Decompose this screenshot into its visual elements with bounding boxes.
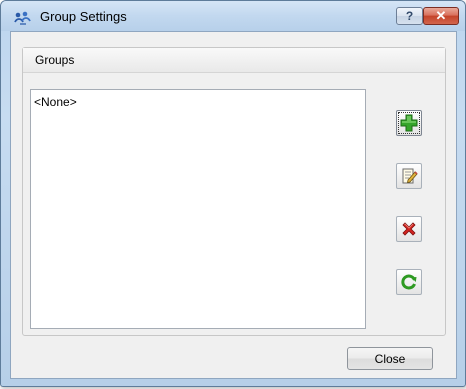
window-title: Group Settings (40, 9, 127, 24)
close-icon: ✕ (435, 8, 447, 23)
list-item[interactable]: <None> (34, 95, 77, 109)
delete-group-button[interactable] (396, 216, 422, 242)
dialog-body: Groups <None> Close (10, 31, 457, 379)
title-bar[interactable]: Group Settings ? ✕ (1, 1, 465, 31)
plus-icon (400, 114, 418, 132)
groups-panel-header: Groups (23, 48, 445, 73)
close-button[interactable]: Close (347, 347, 433, 370)
group-settings-dialog: Group Settings ? ✕ Groups <None> Close (0, 0, 466, 387)
refresh-groups-button[interactable] (396, 269, 422, 295)
edit-group-button[interactable] (396, 163, 422, 189)
close-button-label: Close (374, 351, 406, 366)
help-icon: ? (405, 9, 414, 23)
groups-panel-title: Groups (35, 53, 75, 67)
add-group-button[interactable] (396, 110, 422, 136)
edit-note-icon (400, 167, 418, 185)
groups-list[interactable]: <None> (30, 89, 366, 329)
refresh-icon (400, 273, 418, 291)
app-icon (14, 10, 32, 26)
help-button[interactable]: ? (396, 7, 423, 25)
window-close-button[interactable]: ✕ (423, 7, 459, 25)
red-x-icon (400, 220, 418, 238)
